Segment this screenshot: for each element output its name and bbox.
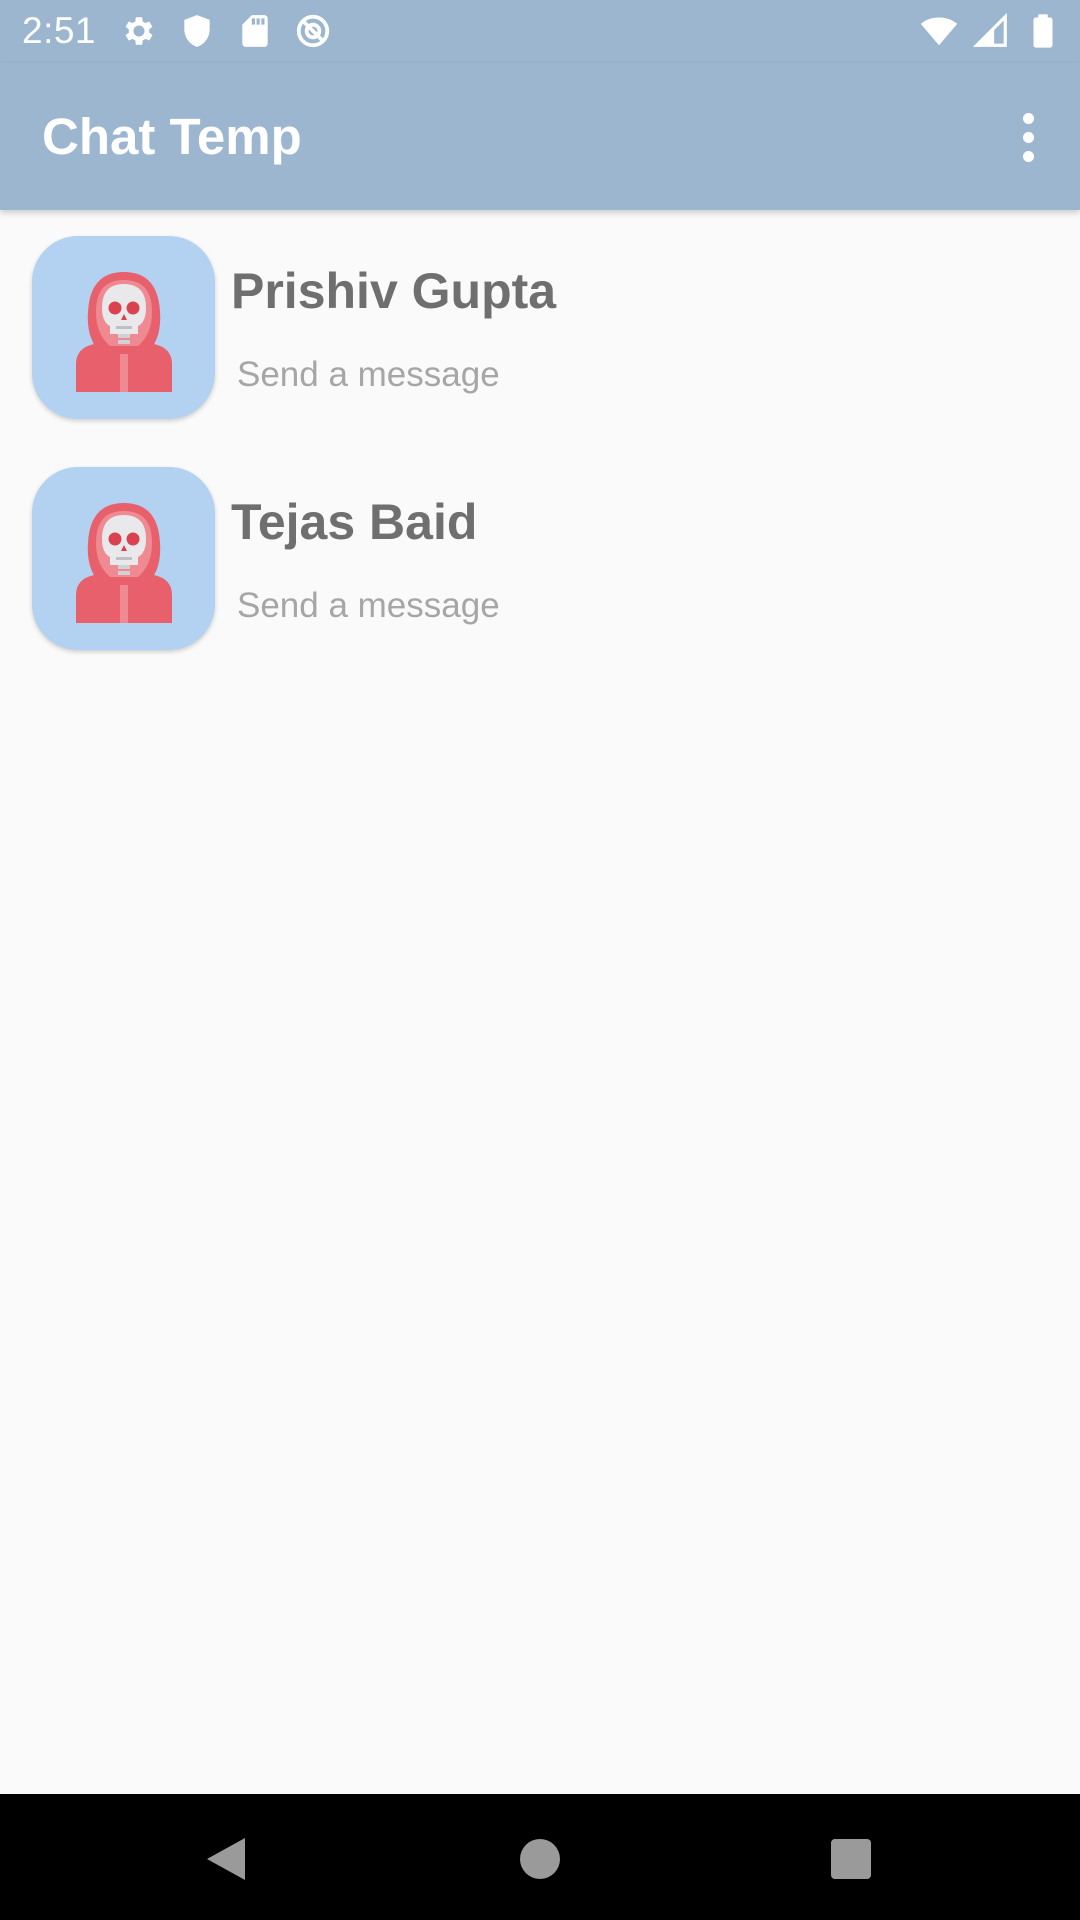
avatar[interactable] bbox=[32, 236, 215, 419]
status-icons-left bbox=[120, 12, 332, 50]
hooded-skull-avatar-icon bbox=[76, 272, 172, 392]
shield-icon bbox=[184, 15, 210, 47]
recents-square-icon[interactable] bbox=[831, 1839, 871, 1879]
screen: 2:51 Chat Temp Prishiv Gupta Send a mess… bbox=[0, 0, 1080, 1920]
navigation-bar bbox=[0, 1794, 1080, 1920]
settings-icon bbox=[125, 17, 153, 45]
status-bar: 2:51 bbox=[0, 0, 1080, 63]
chat-list: Prishiv Gupta Send a message Tejas Baid … bbox=[0, 210, 1080, 672]
cell-signal-icon bbox=[972, 12, 1007, 47]
wifi-icon bbox=[920, 17, 958, 46]
overflow-dot bbox=[1022, 112, 1034, 124]
contact-name: Tejas Baid bbox=[231, 494, 478, 550]
contact-name: Prishiv Gupta bbox=[231, 263, 557, 319]
app-title: Chat Temp bbox=[42, 108, 302, 165]
app-bar: Chat Temp bbox=[0, 63, 1080, 210]
overflow-dot bbox=[1022, 131, 1034, 143]
chat-item-prishiv-gupta[interactable]: Prishiv Gupta Send a message bbox=[0, 210, 1080, 441]
no-sync-icon bbox=[296, 14, 330, 48]
sd-card-icon bbox=[242, 15, 268, 47]
hooded-skull-avatar-icon bbox=[76, 503, 172, 623]
chat-item-tejas-baid[interactable]: Tejas Baid Send a message bbox=[0, 441, 1080, 672]
back-triangle-icon[interactable] bbox=[205, 1836, 247, 1882]
overflow-dot bbox=[1022, 150, 1034, 162]
message-preview: Send a message bbox=[237, 586, 500, 625]
home-circle-icon[interactable] bbox=[520, 1839, 560, 1879]
more-vert-icon[interactable] bbox=[998, 103, 1058, 171]
status-time: 2:51 bbox=[22, 10, 97, 51]
battery-icon bbox=[1033, 14, 1053, 48]
avatar[interactable] bbox=[32, 467, 215, 650]
status-icons-right bbox=[920, 12, 1062, 50]
message-preview: Send a message bbox=[237, 355, 500, 394]
